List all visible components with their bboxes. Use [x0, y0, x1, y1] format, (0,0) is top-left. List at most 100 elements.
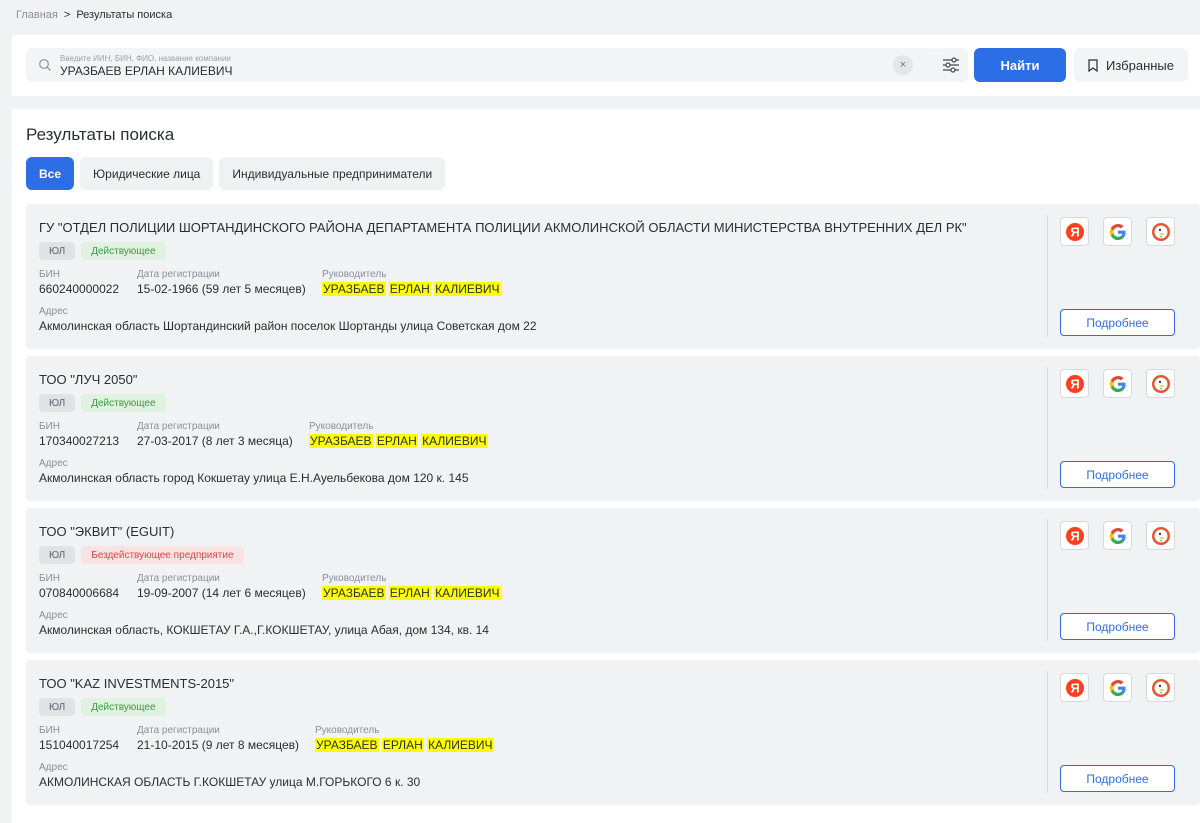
reg-date-value: 15-02-1966 (59 лет 5 месяцев): [137, 282, 306, 296]
bin-label: БИН: [39, 269, 60, 280]
status-badge: Действующее: [81, 698, 166, 716]
address-label: Адрес: [39, 762, 68, 773]
status-badge: Действующее: [81, 242, 166, 260]
head-label: Руководитель: [309, 421, 374, 432]
search-engines: Я: [1060, 369, 1175, 398]
yandex-icon: Я: [1065, 374, 1084, 393]
find-button[interactable]: Найти: [974, 48, 1066, 82]
google-icon: [1109, 375, 1126, 392]
address-label: Адрес: [39, 306, 68, 317]
google-search-button[interactable]: [1103, 521, 1132, 550]
bin-field: БИН 170340027213: [39, 421, 119, 449]
details-button[interactable]: Подробнее: [1060, 613, 1175, 640]
svg-text:Я: Я: [1070, 680, 1079, 695]
result-card: ТОО "KAZ INVESTMENTS-2015" ЮЛ Действующе…: [26, 660, 1200, 805]
filter-button[interactable]: [934, 48, 968, 82]
duckduckgo-icon: [1151, 222, 1170, 241]
badges: ЮЛ Бездействующее предприятие: [39, 546, 244, 564]
search-input[interactable]: Введите ИИН, БИН, ФИО, название компании…: [26, 48, 938, 82]
duckduckgo-icon: [1151, 374, 1170, 393]
duckduckgo-search-button[interactable]: [1146, 521, 1175, 550]
head-label: Руководитель: [315, 725, 380, 736]
filter-icon: [943, 57, 959, 73]
google-icon: [1109, 223, 1126, 240]
bookmark-icon: [1088, 58, 1098, 72]
yandex-search-button[interactable]: Я: [1060, 673, 1089, 702]
yandex-icon: Я: [1065, 678, 1084, 697]
yandex-search-button[interactable]: Я: [1060, 369, 1089, 398]
head-value: УРАЗБАЕВ ЕРЛАН КАЛИЕВИЧ: [315, 738, 494, 752]
address-field: Адрес Акмолинская область город Кокшетау…: [39, 458, 469, 486]
breadcrumb-current: Результаты поиска: [76, 9, 173, 21]
company-title[interactable]: ТОО "KAZ INVESTMENTS-2015": [39, 676, 234, 691]
results-panel: Результаты поиска Все Юридические лица И…: [12, 109, 1200, 823]
google-search-button[interactable]: [1103, 673, 1132, 702]
result-card: ГУ "ОТДЕЛ ПОЛИЦИИ ШОРТАНДИНСКОГО РАЙОНА …: [26, 204, 1200, 349]
breadcrumb: Главная > Результаты поиска: [16, 8, 172, 22]
search-placeholder: Введите ИИН, БИН, ФИО, название компании: [60, 54, 231, 63]
details-button[interactable]: Подробнее: [1060, 461, 1175, 488]
type-badge: ЮЛ: [39, 242, 76, 260]
divider: [1047, 671, 1048, 793]
bin-field: БИН 070840006684: [39, 573, 119, 601]
badges: ЮЛ Действующее: [39, 394, 166, 412]
breadcrumb-home[interactable]: Главная: [16, 9, 58, 21]
bin-label: БИН: [39, 573, 60, 584]
result-card: ТОО "ЭКВИТ" (EGUIT) ЮЛ Бездействующее пр…: [26, 508, 1200, 653]
head-label: Руководитель: [322, 269, 387, 280]
reg-date-field: Дата регистрации 21-10-2015 (9 лет 8 мес…: [137, 725, 299, 753]
details-button[interactable]: Подробнее: [1060, 309, 1175, 336]
yandex-search-button[interactable]: Я: [1060, 217, 1089, 246]
search-bar: Введите ИИН, БИН, ФИО, название компании…: [12, 35, 1200, 96]
google-icon: [1109, 679, 1126, 696]
search-icon: [39, 59, 51, 71]
details-button[interactable]: Подробнее: [1060, 765, 1175, 792]
company-title[interactable]: ТОО "ЭКВИТ" (EGUIT): [39, 524, 174, 539]
google-search-button[interactable]: [1103, 217, 1132, 246]
address-value: Акмолинская область город Кокшетау улица…: [39, 471, 469, 485]
company-title[interactable]: ГУ "ОТДЕЛ ПОЛИЦИИ ШОРТАНДИНСКОГО РАЙОНА …: [39, 220, 967, 235]
reg-date-field: Дата регистрации 27-03-2017 (8 лет 3 мес…: [137, 421, 293, 449]
duckduckgo-search-button[interactable]: [1146, 217, 1175, 246]
bin-field: БИН 151040017254: [39, 725, 119, 753]
duckduckgo-search-button[interactable]: [1146, 673, 1175, 702]
svg-text:Я: Я: [1070, 224, 1079, 239]
reg-date-value: 19-09-2007 (14 лет 6 месяцев): [137, 586, 306, 600]
tab-all[interactable]: Все: [26, 157, 75, 190]
duckduckgo-icon: [1151, 678, 1170, 697]
search-engines: Я: [1060, 217, 1175, 246]
reg-date-value: 27-03-2017 (8 лет 3 месяца): [137, 434, 293, 448]
results-title: Результаты поиска: [26, 125, 175, 144]
reg-date-field: Дата регистрации 15-02-1966 (59 лет 5 ме…: [137, 269, 306, 297]
bin-field: БИН 660240000022: [39, 269, 119, 297]
address-value: Акмолинская область Шортандинский район …: [39, 319, 537, 333]
address-field: Адрес Акмолинская область, КОКШЕТАУ Г.А.…: [39, 610, 489, 638]
search-engines: Я: [1060, 521, 1175, 550]
bin-value: 070840006684: [39, 586, 120, 600]
head-field: Руководитель УРАЗБАЕВ ЕРЛАН КАЛИЕВИЧ: [322, 573, 501, 601]
head-field: Руководитель УРАЗБАЕВ ЕРЛАН КАЛИЕВИЧ: [309, 421, 488, 449]
badges: ЮЛ Действующее: [39, 698, 166, 716]
tab-individual-entrepreneurs[interactable]: Индивидуальные предприниматели: [219, 157, 446, 190]
divider: [1047, 367, 1048, 489]
head-field: Руководитель УРАЗБАЕВ ЕРЛАН КАЛИЕВИЧ: [315, 725, 494, 753]
bin-value: 151040017254: [39, 738, 120, 752]
yandex-icon: Я: [1065, 222, 1084, 241]
search-value[interactable]: УРАЗБАЕВ ЕРЛАН КАЛИЕВИЧ: [60, 64, 233, 78]
company-title[interactable]: ТОО "ЛУЧ 2050": [39, 372, 137, 387]
bin-value: 170340027213: [39, 434, 120, 448]
clear-search-button[interactable]: ×: [893, 55, 913, 75]
duckduckgo-search-button[interactable]: [1146, 369, 1175, 398]
tab-legal-entities[interactable]: Юридические лица: [80, 157, 214, 190]
result-card: ТОО "ЛУЧ 2050" ЮЛ Действующее БИН 170340…: [26, 356, 1200, 501]
type-badge: ЮЛ: [39, 698, 76, 716]
google-search-button[interactable]: [1103, 369, 1132, 398]
reg-date-field: Дата регистрации 19-09-2007 (14 лет 6 ме…: [137, 573, 306, 601]
bin-value: 660240000022: [39, 282, 120, 296]
yandex-search-button[interactable]: Я: [1060, 521, 1089, 550]
reg-date-label: Дата регистрации: [137, 725, 220, 736]
search-engines: Я: [1060, 673, 1175, 702]
breadcrumb-separator: >: [63, 9, 71, 21]
results-tabs: Все Юридические лица Индивидуальные пред…: [26, 157, 446, 190]
favorites-button[interactable]: Избранные: [1074, 48, 1188, 82]
